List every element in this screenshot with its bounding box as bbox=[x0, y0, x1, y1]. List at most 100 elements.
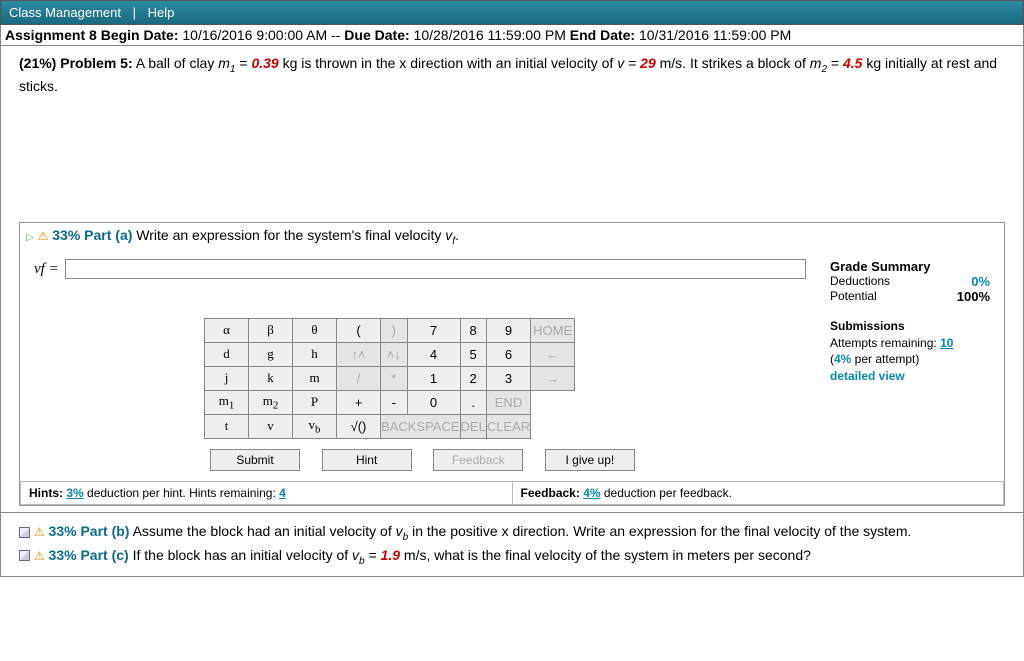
grade-title: Grade Summary bbox=[830, 259, 930, 274]
key-up[interactable]: ↑˄ bbox=[337, 342, 381, 366]
key-mul[interactable]: * bbox=[381, 366, 408, 390]
key-backspace[interactable]: BACKSPACE bbox=[381, 414, 461, 438]
value-m1: 0.39 bbox=[251, 55, 278, 71]
key-t[interactable]: t bbox=[205, 414, 249, 438]
t: m/s. It strikes a block of bbox=[656, 55, 810, 71]
t: Assume the block had an initial velocity… bbox=[133, 523, 396, 539]
part-b-percent: 33% bbox=[49, 523, 77, 539]
part-a-percent: 33% bbox=[52, 227, 80, 243]
giveup-button[interactable]: I give up! bbox=[545, 449, 635, 471]
hints-remaining: 4 bbox=[279, 486, 286, 500]
var: m bbox=[810, 55, 822, 71]
deductions-value: 0% bbox=[971, 274, 990, 289]
t: = bbox=[235, 55, 251, 71]
hints-pct: 3% bbox=[66, 486, 83, 500]
key-0[interactable]: 0 bbox=[407, 390, 460, 414]
key-dot[interactable]: . bbox=[460, 390, 486, 414]
key-rparen[interactable]: ) bbox=[381, 318, 408, 342]
key-4[interactable]: 4 bbox=[407, 342, 460, 366]
key-m[interactable]: m bbox=[293, 366, 337, 390]
key-end[interactable]: END bbox=[486, 390, 530, 414]
keypad: α β θ ( ) 7 8 9 HOME d g h ↑˄ bbox=[204, 318, 575, 439]
potential-label: Potential bbox=[830, 289, 877, 304]
begin-date: 10/16/2016 9:00:00 AM bbox=[182, 27, 327, 43]
attempts-label: Attempts remaining: bbox=[830, 336, 937, 350]
answer-row: vf = Grade Summary Deductions0% Potentia… bbox=[20, 251, 1004, 308]
hint-button[interactable]: Hint bbox=[322, 449, 412, 471]
submissions-box: Submissions Attempts remaining: 10 (4% p… bbox=[830, 318, 990, 439]
key-vb[interactable]: vb bbox=[293, 414, 337, 438]
hints-row: Hints: 3% deduction per hint. Hints rema… bbox=[20, 481, 1004, 505]
feedback-pct: 4% bbox=[583, 486, 600, 500]
deductions-label: Deductions bbox=[830, 274, 890, 289]
t: = bbox=[827, 55, 843, 71]
answer-input[interactable] bbox=[65, 259, 806, 279]
key-sqrt[interactable]: √() bbox=[337, 414, 381, 438]
key-del[interactable]: DEL bbox=[460, 414, 486, 438]
help-link[interactable]: Help bbox=[148, 5, 175, 20]
key-minus[interactable]: - bbox=[381, 390, 408, 414]
key-lparen[interactable]: ( bbox=[337, 318, 381, 342]
submissions-title: Submissions bbox=[830, 319, 905, 333]
action-row: Submit Hint Feedback I give up! bbox=[20, 445, 1004, 481]
keypad-table: α β θ ( ) 7 8 9 HOME d g h ↑˄ bbox=[204, 318, 575, 439]
key-k[interactable]: k bbox=[249, 366, 293, 390]
problem-panel: (21%) Problem 5: A ball of clay m1 = 0.3… bbox=[0, 45, 1024, 513]
key-left[interactable]: ← bbox=[531, 342, 575, 366]
expand-icon[interactable]: ▷ bbox=[26, 232, 34, 243]
collapse-icon[interactable] bbox=[19, 550, 30, 561]
t: m/s, what is the final velocity of the s… bbox=[400, 547, 811, 563]
value-vb: 1.9 bbox=[381, 547, 400, 563]
part-b-label: Part (b) bbox=[80, 523, 129, 539]
key-beta[interactable]: β bbox=[249, 318, 293, 342]
key-p[interactable]: P bbox=[293, 390, 337, 414]
header-bar: Class Management | Help bbox=[0, 0, 1024, 25]
key-theta[interactable]: θ bbox=[293, 318, 337, 342]
t: kg is thrown in the x direction with an … bbox=[279, 55, 618, 71]
t: Feedback: bbox=[521, 486, 584, 500]
key-div[interactable]: / bbox=[337, 366, 381, 390]
value-m2: 4.5 bbox=[843, 55, 862, 71]
collapse-icon[interactable] bbox=[19, 527, 30, 538]
part-a-header: ▷ ⚠ 33% Part (a) Write an expression for… bbox=[20, 223, 1004, 251]
t: A ball of clay bbox=[136, 55, 219, 71]
keypad-area: α β θ ( ) 7 8 9 HOME d g h ↑˄ bbox=[20, 308, 1004, 445]
t: in the positive x direction. Write an ex… bbox=[408, 523, 911, 539]
key-plus[interactable]: + bbox=[337, 390, 381, 414]
warning-icon: ⚠ bbox=[38, 229, 49, 243]
detailed-view-link[interactable]: detailed view bbox=[830, 369, 905, 383]
key-6[interactable]: 6 bbox=[486, 342, 530, 366]
key-m2[interactable]: m2 bbox=[249, 390, 293, 414]
t: Hints: bbox=[29, 486, 66, 500]
problem-label: Problem 5: bbox=[60, 55, 132, 71]
key-9[interactable]: 9 bbox=[486, 318, 530, 342]
t: = bbox=[624, 55, 640, 71]
submit-button[interactable]: Submit bbox=[210, 449, 300, 471]
hints-info: Hints: 3% deduction per hint. Hints rema… bbox=[21, 482, 513, 504]
key-7[interactable]: 7 bbox=[407, 318, 460, 342]
key-right[interactable]: → bbox=[531, 366, 575, 390]
key-clear[interactable]: CLEAR bbox=[486, 414, 530, 438]
key-d[interactable]: d bbox=[205, 342, 249, 366]
key-v[interactable]: v bbox=[249, 414, 293, 438]
bottom-parts: ⚠ 33% Part (b) Assume the block had an i… bbox=[0, 513, 1024, 578]
assignment-bar: Assignment 8 Begin Date: 10/16/2016 9:00… bbox=[0, 25, 1024, 45]
key-5[interactable]: 5 bbox=[460, 342, 486, 366]
key-down[interactable]: ˄↓ bbox=[381, 342, 408, 366]
key-8[interactable]: 8 bbox=[460, 318, 486, 342]
feedback-button[interactable]: Feedback bbox=[433, 449, 523, 471]
key-home[interactable]: HOME bbox=[531, 318, 575, 342]
class-management-link[interactable]: Class Management bbox=[9, 5, 121, 20]
part-a-box: ▷ ⚠ 33% Part (a) Write an expression for… bbox=[19, 222, 1005, 506]
key-1[interactable]: 1 bbox=[407, 366, 460, 390]
key-g[interactable]: g bbox=[249, 342, 293, 366]
begin-label: Begin Date: bbox=[101, 27, 179, 43]
key-j[interactable]: j bbox=[205, 366, 249, 390]
key-m1[interactable]: m1 bbox=[205, 390, 249, 414]
key-h[interactable]: h bbox=[293, 342, 337, 366]
warning-icon: ⚠ bbox=[34, 525, 45, 539]
key-2[interactable]: 2 bbox=[460, 366, 486, 390]
end-label: End Date: bbox=[570, 27, 635, 43]
key-alpha[interactable]: α bbox=[205, 318, 249, 342]
key-3[interactable]: 3 bbox=[486, 366, 530, 390]
